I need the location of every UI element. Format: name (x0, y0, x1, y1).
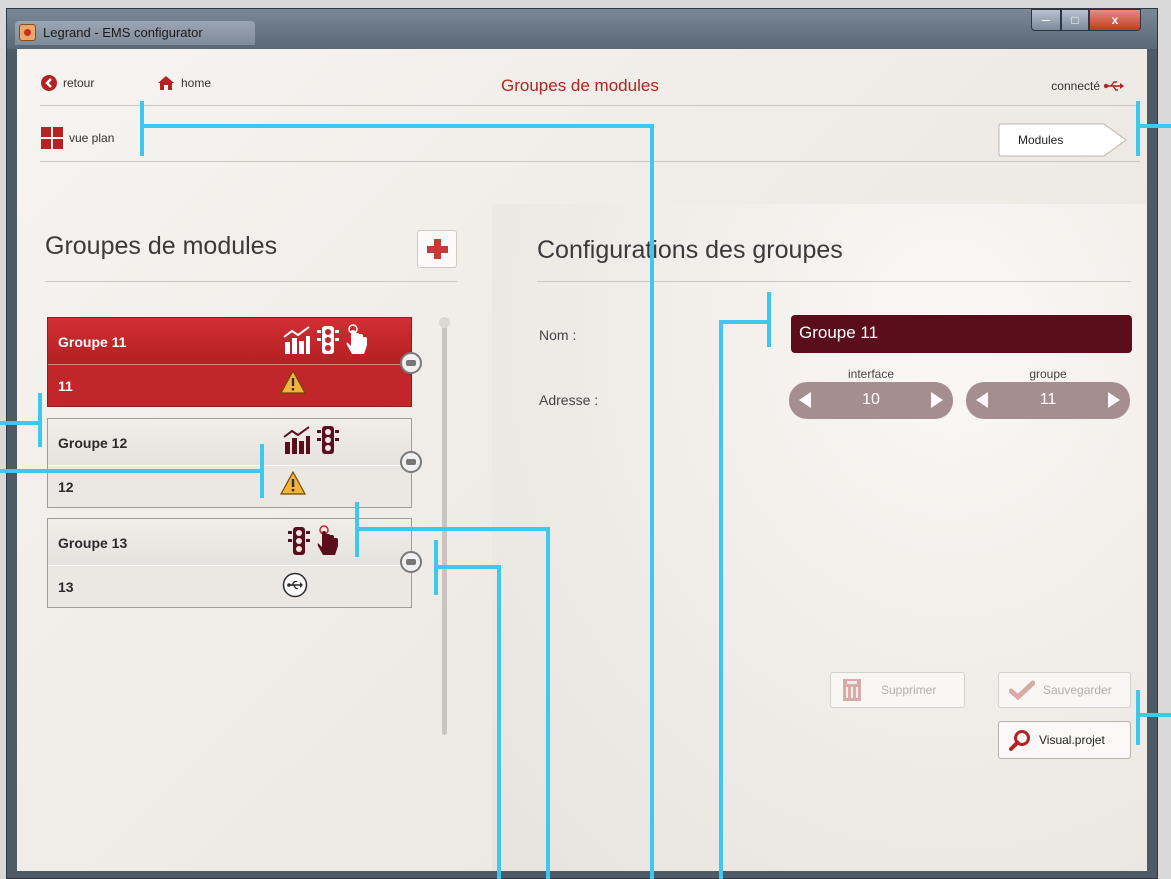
home-label: home (181, 76, 212, 90)
title-bar[interactable]: Legrand - EMS configurator ─ □ x (7, 9, 1157, 49)
modules-label: Modules (1018, 133, 1064, 147)
usb-connected-icon (1103, 81, 1124, 91)
scrollbar-thumb[interactable] (439, 317, 450, 328)
toolbar-divider (40, 161, 1140, 162)
group-address: 13 (58, 579, 74, 595)
group-icons (283, 425, 339, 455)
home-button[interactable]: home (157, 75, 211, 91)
checkmark-icon (1009, 680, 1035, 700)
group-separator (48, 465, 411, 466)
app-window: Legrand - EMS configurator ─ □ x retour … (0, 0, 1171, 879)
right-panel-background (492, 204, 1147, 871)
app-client-area: retour home Groupes de modules connecté … (17, 49, 1147, 871)
interface-stepper[interactable]: 10 (789, 382, 953, 419)
back-button[interactable]: retour (41, 75, 94, 91)
group-stepper[interactable]: 11 (966, 382, 1130, 419)
group-address: 11 (58, 378, 73, 394)
minimize-button[interactable]: ─ (1031, 9, 1061, 31)
config-divider (537, 281, 1131, 282)
callout-line (497, 565, 501, 879)
plan-view-button[interactable]: vue plan (41, 127, 114, 149)
save-label: Sauvegarder (1043, 683, 1112, 697)
group-address: 12 (58, 479, 74, 495)
group-icons (283, 324, 369, 356)
link-toggle-button[interactable] (400, 451, 422, 473)
callout-line (0, 469, 262, 473)
callout-bracket (38, 393, 42, 447)
callout-line (357, 527, 550, 531)
connection-status: connecté (1051, 79, 1125, 93)
back-label: retour (63, 76, 95, 90)
groups-divider (45, 281, 457, 282)
group-item-12[interactable]: Groupe 12 12 (47, 418, 422, 508)
callout-line (719, 320, 723, 879)
delete-label: Supprimer (881, 683, 937, 697)
back-arrow-icon (41, 75, 57, 91)
name-label: Nom : (539, 327, 577, 343)
hand-pointer-icon (346, 324, 367, 354)
link-toggle-button[interactable] (400, 352, 422, 374)
callout-line (1138, 713, 1171, 717)
trash-icon (843, 679, 861, 701)
traffic-light-icon (317, 326, 339, 354)
config-title: Configurations des groupes (537, 236, 843, 264)
nav-divider (40, 105, 1140, 106)
callout-bracket (140, 101, 144, 156)
visual-project-label: Visual.projet (1039, 733, 1105, 747)
interface-value: 10 (862, 391, 880, 408)
callout-line (142, 124, 654, 128)
increment-arrow-icon[interactable] (1108, 392, 1120, 408)
visual-project-button[interactable]: Visual.projet (998, 721, 1131, 759)
maximize-button[interactable]: □ (1061, 9, 1089, 31)
group-value: 11 (1039, 391, 1057, 408)
chart-icon (283, 326, 310, 354)
chart-icon (283, 426, 310, 454)
callout-bracket (1136, 101, 1140, 156)
group-separator (48, 565, 411, 566)
callout-line (0, 421, 40, 425)
callout-bracket (1136, 690, 1140, 745)
link-toggle-button[interactable] (400, 551, 422, 573)
group-icons (288, 525, 340, 557)
window-title: Legrand - EMS configurator (43, 25, 203, 40)
hand-pointer-icon (317, 525, 338, 555)
interface-label: interface (847, 367, 895, 381)
warning-icon (280, 370, 306, 394)
group-name: Groupe 11 (58, 334, 127, 350)
callout-line (1138, 124, 1171, 128)
callout-bracket (260, 444, 264, 498)
traffic-light-icon (288, 527, 310, 555)
group-item-11[interactable]: Groupe 11 11 (47, 317, 422, 407)
save-button[interactable]: Sauvegarder (998, 672, 1131, 708)
increment-arrow-icon[interactable] (931, 392, 943, 408)
usb-icon (282, 572, 308, 598)
connection-label: connecté (1051, 79, 1100, 93)
callout-line (546, 527, 550, 879)
close-button[interactable]: x (1089, 9, 1141, 31)
delete-button[interactable]: Supprimer (830, 672, 965, 708)
group-address-label: groupe (1029, 367, 1067, 381)
home-icon (158, 76, 174, 90)
page-title: Groupes de modules (501, 76, 659, 95)
group-name-field[interactable]: Groupe 11 (791, 315, 1132, 353)
group-name: Groupe 12 (58, 435, 128, 451)
window-frame: Legrand - EMS configurator ─ □ x retour … (6, 8, 1158, 879)
app-icon (19, 24, 36, 41)
close-icon: x (1111, 13, 1119, 27)
magnifier-icon (1009, 730, 1030, 751)
grid-view-icon (41, 127, 63, 149)
callout-line (721, 320, 769, 324)
groups-title: Groupes de modules (45, 232, 278, 260)
address-label: Adresse : (539, 392, 599, 408)
callout-line (650, 124, 654, 879)
group-name: Groupe 13 (58, 535, 128, 551)
modules-button[interactable]: Modules (998, 123, 1128, 157)
callout-line (436, 565, 501, 569)
add-group-button[interactable] (417, 230, 457, 268)
group-separator (48, 364, 411, 365)
traffic-light-icon (317, 426, 339, 454)
plan-view-label: vue plan (69, 131, 115, 145)
warning-icon (280, 471, 306, 495)
